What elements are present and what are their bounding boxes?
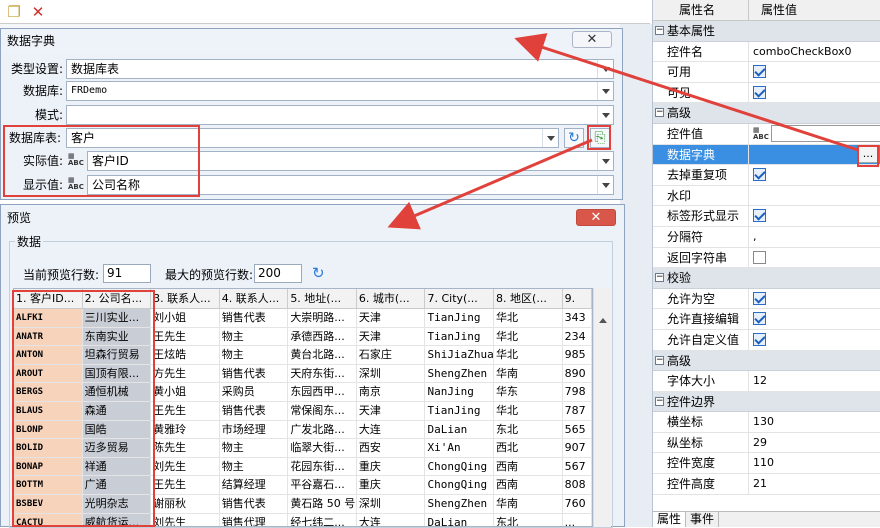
annotation-arrows (387, 33, 859, 230)
annotation-arrow (514, 33, 859, 152)
annotation-arrow (387, 138, 593, 230)
